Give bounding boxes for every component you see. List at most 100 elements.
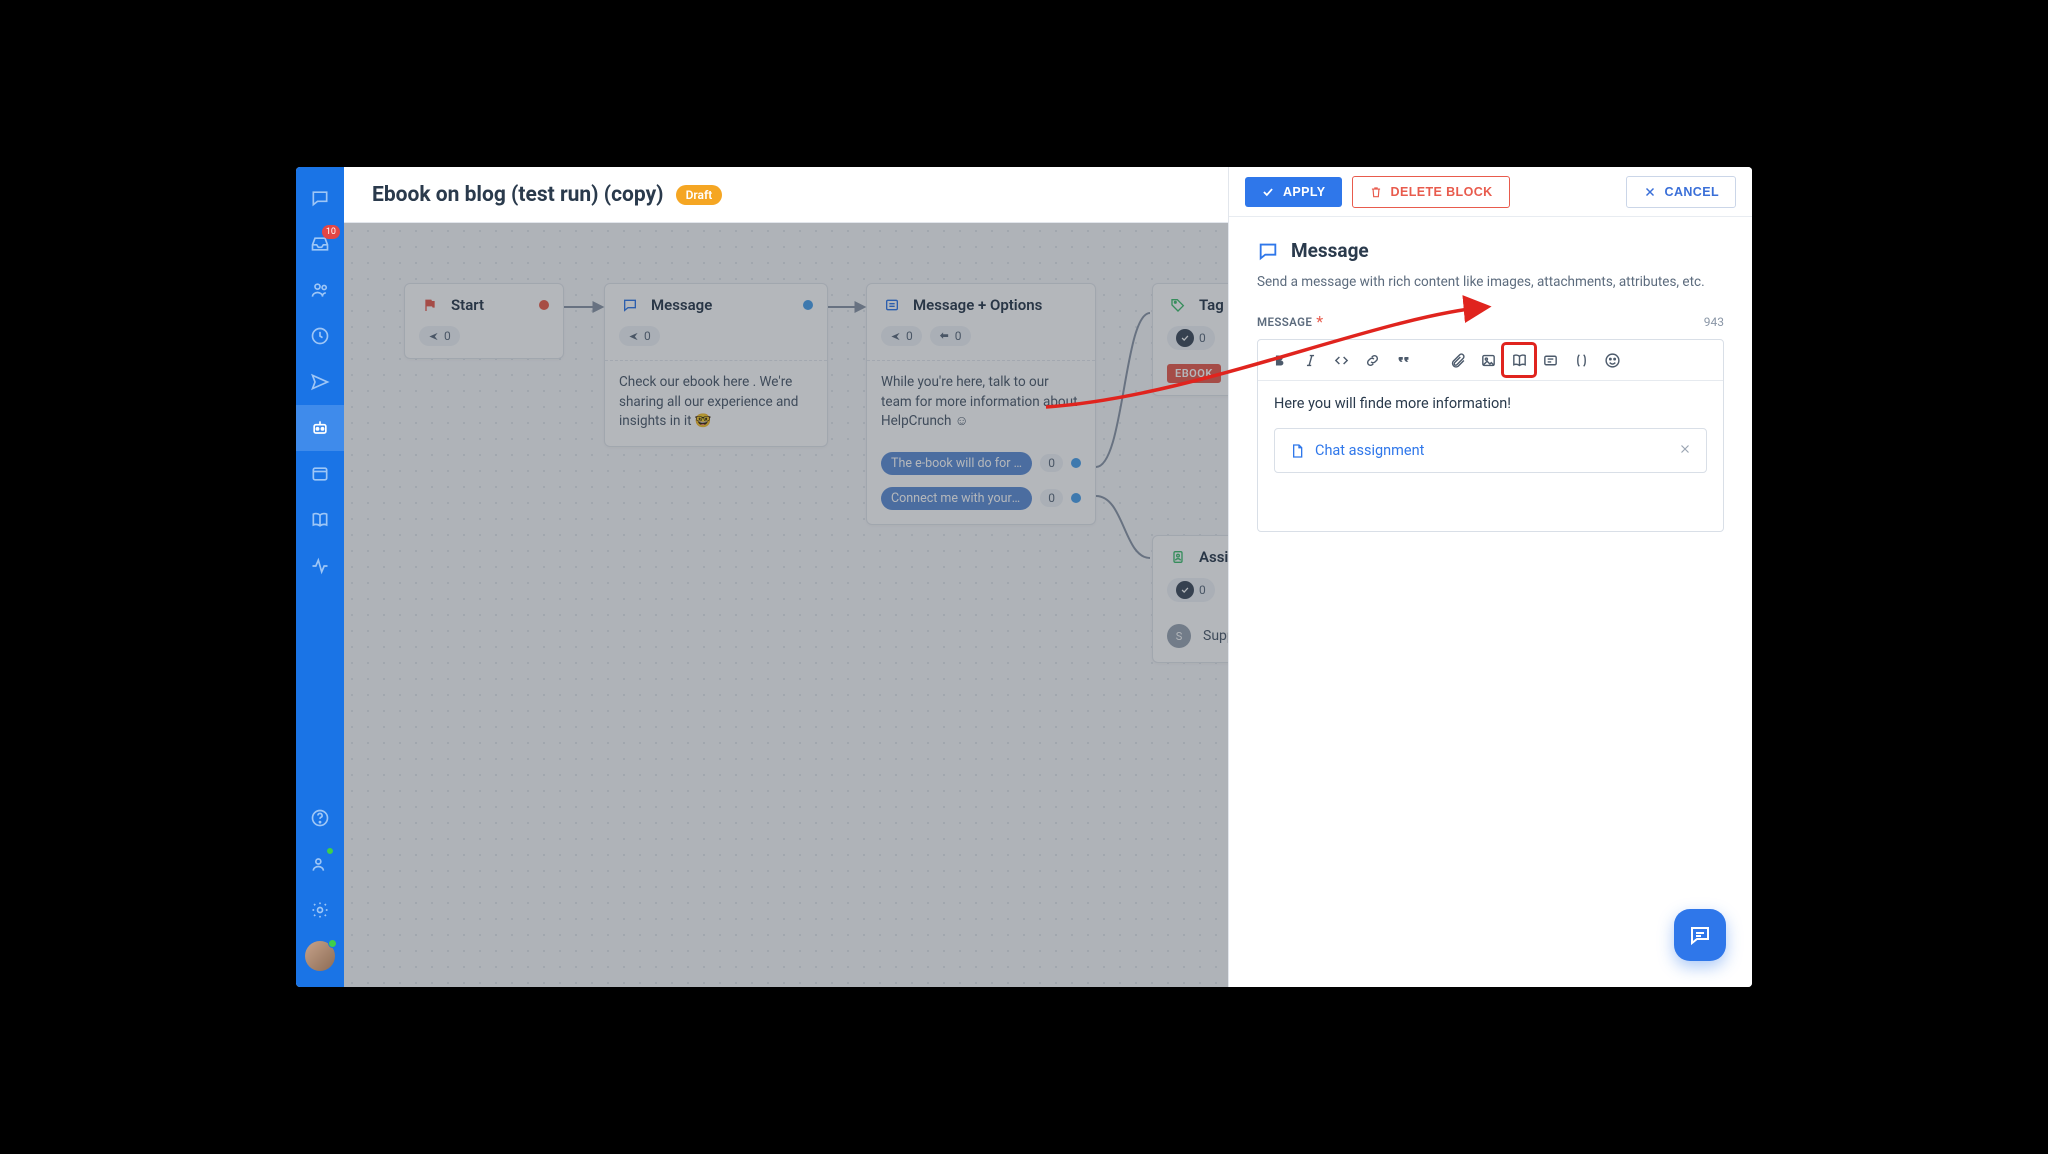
port-out-icon[interactable] (1071, 458, 1081, 468)
people-icon (310, 280, 330, 300)
toolbar-card-button[interactable] (1535, 345, 1565, 375)
article-name: Chat assignment (1315, 442, 1424, 459)
user-plus-icon (310, 854, 330, 874)
node-body-text: Check our ebook here . We're sharing all… (605, 360, 827, 446)
field-label-row: MESSAGE * 943 (1257, 312, 1724, 331)
sidebar-item-profile[interactable] (296, 933, 344, 979)
article-chip[interactable]: Chat assignment (1274, 428, 1707, 473)
panel-title: Message (1291, 239, 1369, 262)
sidebar: 10 (296, 167, 344, 987)
message-icon (1257, 240, 1279, 262)
sidebar-item-chatbot[interactable] (296, 405, 344, 451)
help-icon (310, 808, 330, 828)
tag-badge: EBOOK (1167, 364, 1221, 383)
cancel-button[interactable]: CANCEL (1626, 176, 1736, 208)
cancel-label: CANCEL (1665, 185, 1719, 199)
toolbar-code-button[interactable] (1326, 345, 1356, 375)
toolbar-quote-button[interactable] (1388, 345, 1418, 375)
sidebar-item-settings[interactable] (296, 887, 344, 933)
editor-content[interactable]: Here you will finde more information! Ch… (1258, 381, 1723, 531)
sidebar-item-team[interactable] (296, 841, 344, 887)
assign-icon (1167, 546, 1189, 568)
editor-text: Here you will finde more information! (1274, 395, 1707, 412)
sidebar-item-chat[interactable] (296, 175, 344, 221)
tag-icon (1167, 294, 1189, 316)
message-editor: Here you will finde more information! Ch… (1257, 339, 1724, 532)
app-frame: 10 (296, 167, 1752, 987)
toolbar-bold-button[interactable] (1264, 345, 1294, 375)
block-editor-panel: APPLY DELETE BLOCK CANCEL Message Send a… (1228, 167, 1752, 987)
sidebar-item-kb[interactable] (296, 497, 344, 543)
option-chip: The e-book will do for no... (881, 452, 1032, 475)
apply-label: APPLY (1283, 185, 1326, 199)
window-icon (310, 464, 330, 484)
sidebar-item-help[interactable] (296, 795, 344, 841)
avatar-icon (305, 941, 335, 971)
trash-icon (1369, 185, 1383, 199)
option-chip: Connect me with your tea... (881, 487, 1032, 510)
sidebar-item-popups[interactable] (296, 451, 344, 497)
assignee-avatar: S (1167, 624, 1191, 648)
stat-sends: 0 (619, 326, 660, 346)
node-option-row[interactable]: Connect me with your tea... 0 (867, 481, 1095, 524)
toolbar-knowledge-base-button[interactable] (1504, 345, 1534, 375)
editor-toolbar (1258, 340, 1723, 381)
node-message-options[interactable]: Message + Options 0 0 While you're here,… (866, 283, 1096, 525)
page-title: Ebook on blog (test run) (copy) (372, 183, 664, 207)
node-title: Message + Options (913, 296, 1042, 314)
stat-replies: 0 (930, 326, 971, 346)
stat-count: 0 (1167, 326, 1215, 350)
stat-sends: 0 (881, 326, 922, 346)
option-count: 0 (1040, 489, 1063, 507)
book-open-icon (1511, 352, 1528, 369)
node-start[interactable]: Start 0 (404, 283, 564, 359)
document-icon (1289, 442, 1305, 460)
chat-bubble-icon (310, 188, 330, 208)
activity-icon (310, 556, 330, 576)
gear-icon (310, 900, 330, 920)
paper-plane-icon (310, 372, 330, 392)
port-out-icon[interactable] (1071, 493, 1081, 503)
toolbar-emoji-button[interactable] (1597, 345, 1627, 375)
toolbar-link-button[interactable] (1357, 345, 1387, 375)
stat-sends: 0 (419, 326, 460, 346)
field-label: MESSAGE (1257, 315, 1312, 329)
panel-heading: Message (1257, 239, 1724, 262)
toolbar-image-button[interactable] (1473, 345, 1503, 375)
check-icon (1261, 185, 1275, 199)
inbox-badge: 10 (322, 225, 340, 239)
node-title: Start (451, 296, 484, 314)
robot-icon (310, 418, 330, 438)
chat-widget-fab[interactable] (1674, 909, 1726, 961)
article-remove-button[interactable] (1678, 441, 1692, 460)
stat-count: 0 (1167, 578, 1215, 602)
option-count: 0 (1040, 454, 1063, 472)
flag-icon (419, 294, 441, 316)
apply-button[interactable]: APPLY (1245, 177, 1342, 207)
sidebar-item-inbox[interactable]: 10 (296, 221, 344, 267)
status-badge: Draft (676, 185, 723, 205)
delete-block-button[interactable]: DELETE BLOCK (1352, 176, 1510, 208)
port-out-icon[interactable] (803, 300, 813, 310)
panel-description: Send a message with rich content like im… (1257, 274, 1724, 290)
node-option-row[interactable]: The e-book will do for no... 0 (867, 446, 1095, 481)
panel-actions: APPLY DELETE BLOCK CANCEL (1229, 167, 1752, 217)
node-title: Message (651, 296, 712, 314)
sidebar-item-reports[interactable] (296, 543, 344, 589)
node-body-text: While you're here, talk to our team for … (867, 360, 1095, 446)
sidebar-item-contacts[interactable] (296, 267, 344, 313)
book-icon (310, 510, 330, 530)
sidebar-item-history[interactable] (296, 313, 344, 359)
delete-label: DELETE BLOCK (1391, 185, 1493, 199)
toolbar-attachment-button[interactable] (1442, 345, 1472, 375)
list-options-icon (881, 294, 903, 316)
online-dot-icon (326, 847, 334, 855)
port-out-icon[interactable] (539, 300, 549, 310)
node-message[interactable]: Message 0 Check our ebook here . We're s… (604, 283, 828, 447)
toolbar-attribute-button[interactable] (1566, 345, 1596, 375)
toolbar-italic-button[interactable] (1295, 345, 1325, 375)
char-count: 943 (1704, 315, 1724, 329)
sidebar-item-send[interactable] (296, 359, 344, 405)
clock-icon (310, 326, 330, 346)
required-star: * (1316, 312, 1323, 331)
